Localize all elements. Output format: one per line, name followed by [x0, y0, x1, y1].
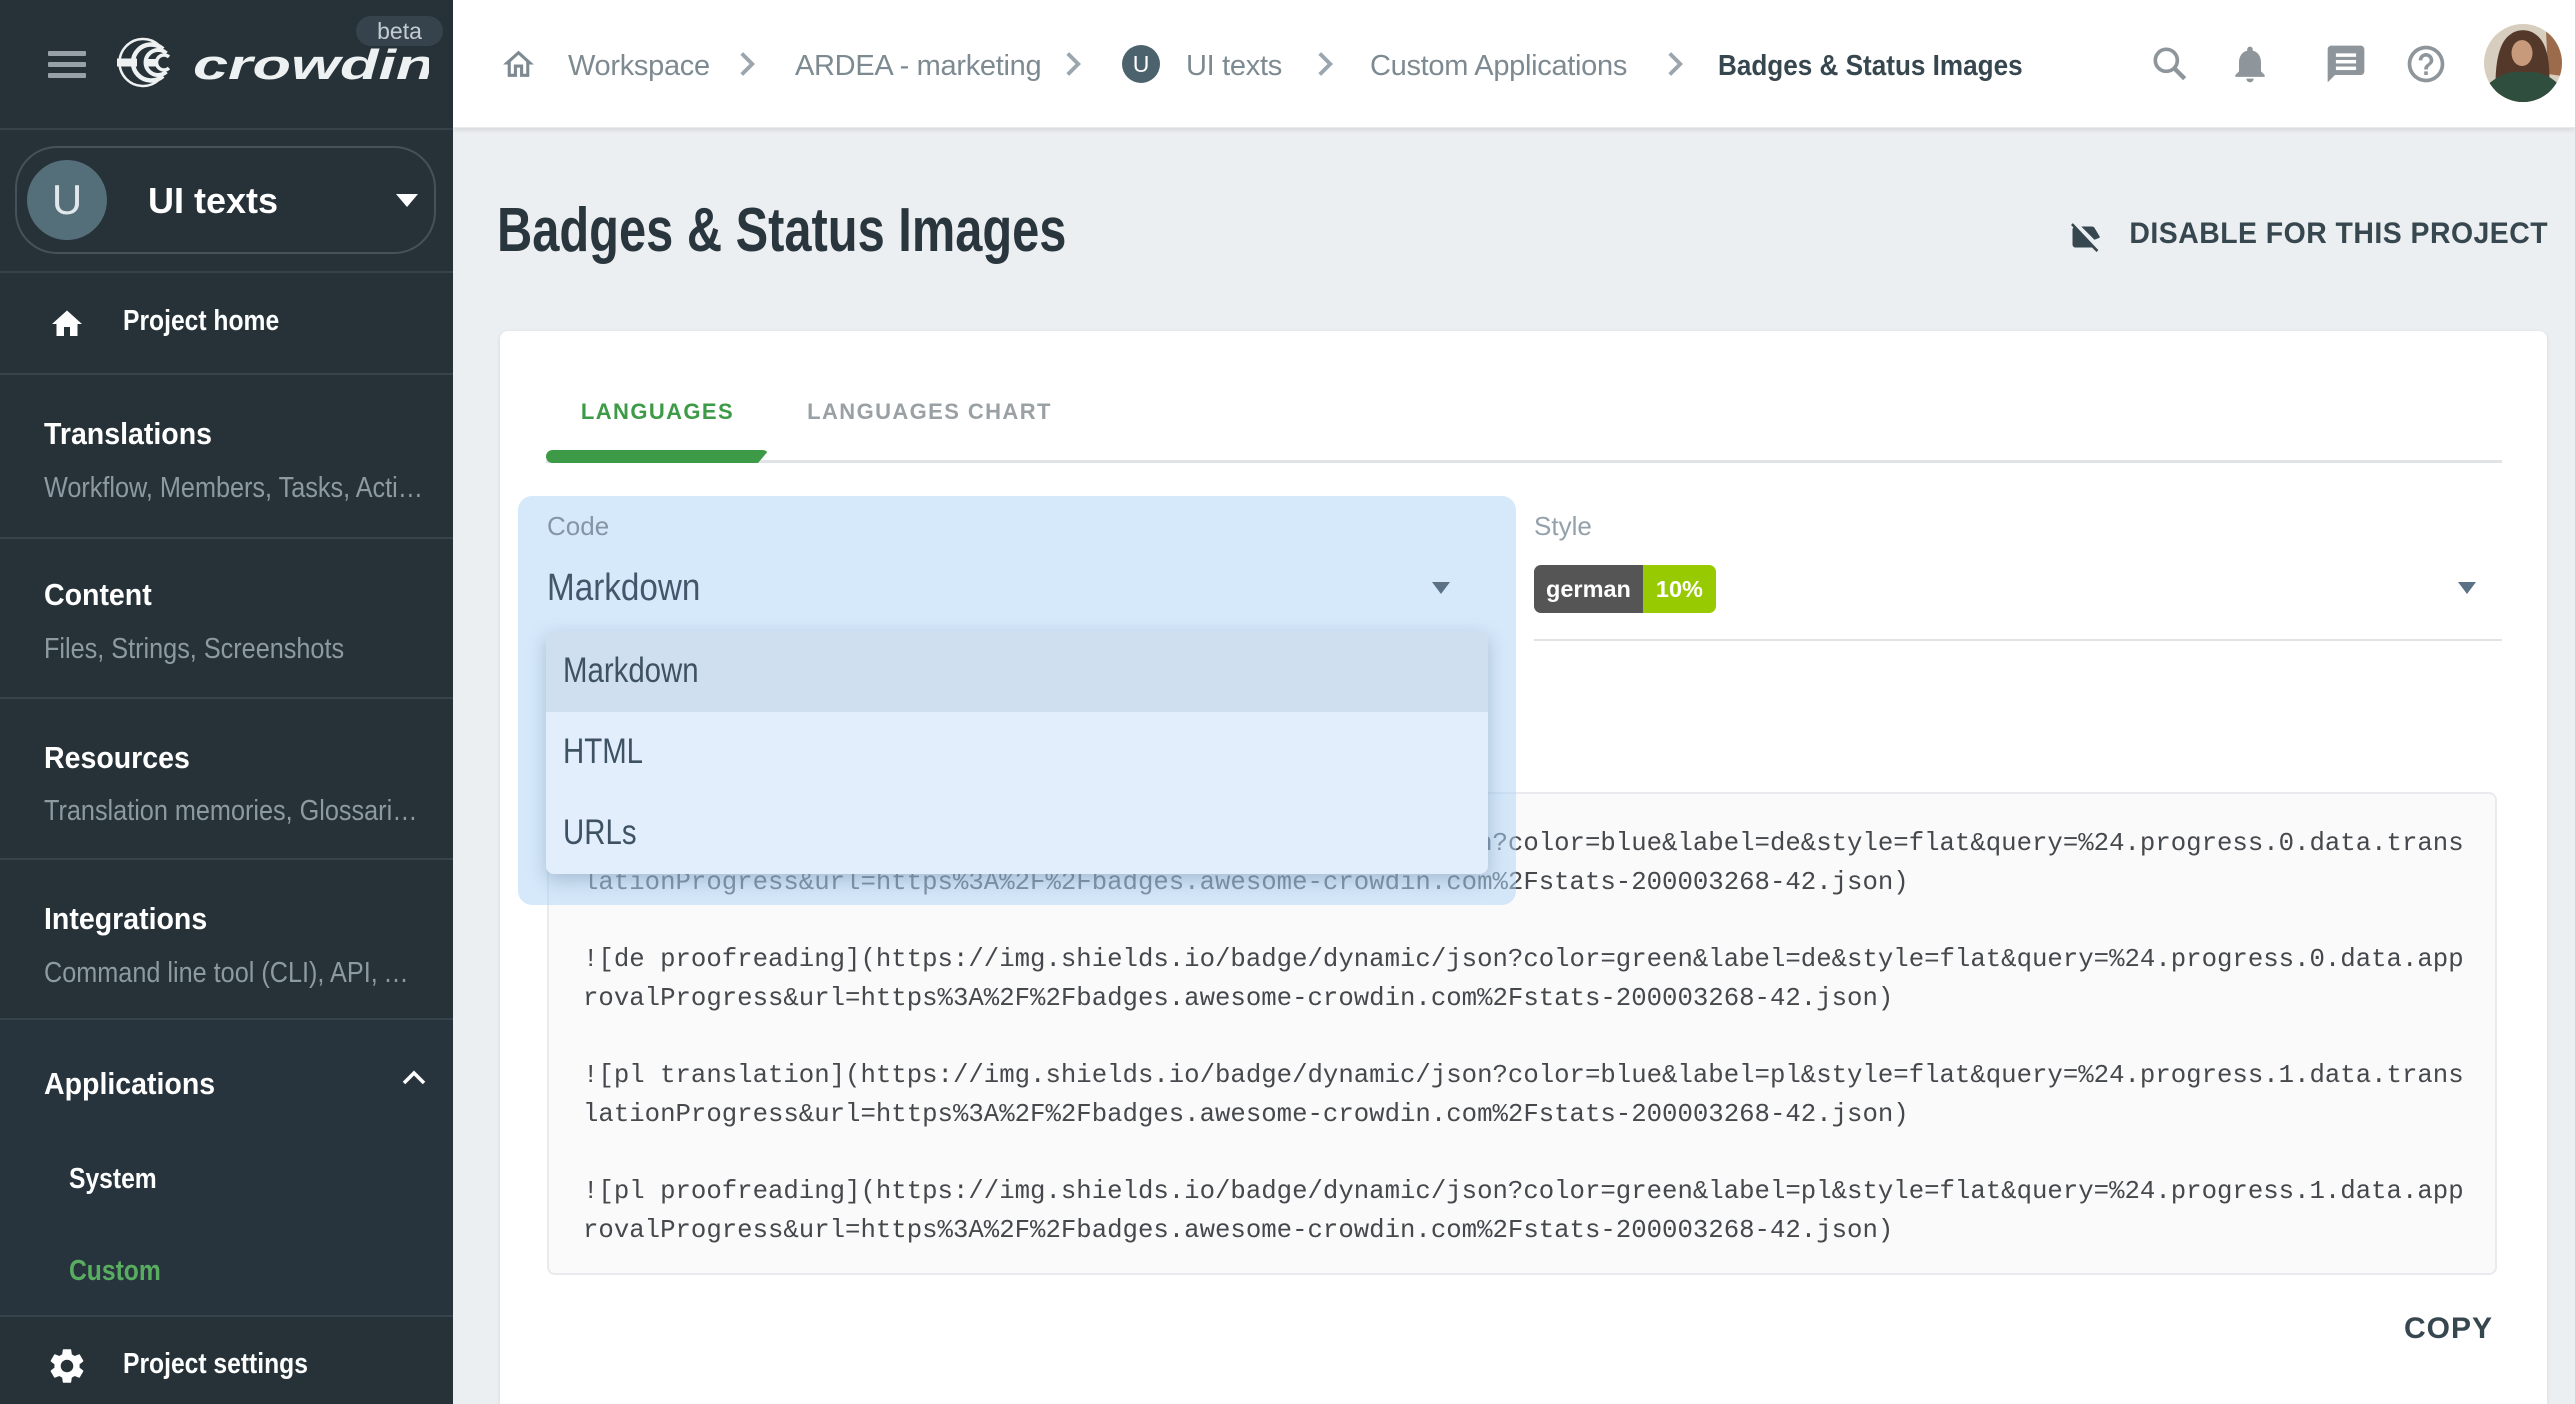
svg-text:crowdin: crowdin: [193, 42, 429, 88]
